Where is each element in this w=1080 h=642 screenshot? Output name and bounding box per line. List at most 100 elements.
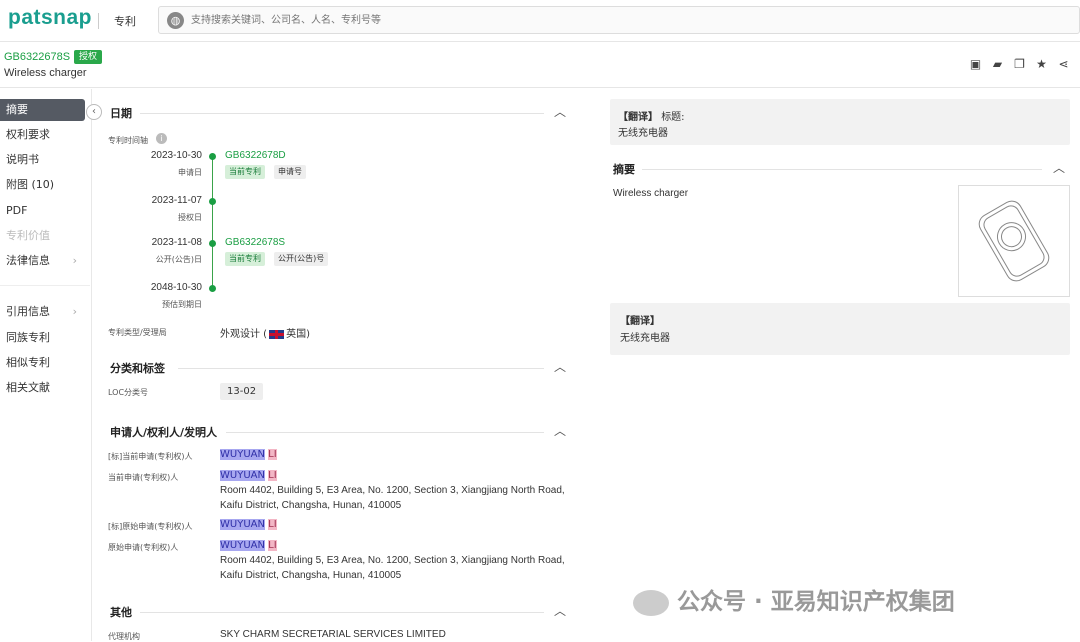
loc-label: LOC分类号 [108,388,149,397]
module-selector[interactable]: 专利 [114,13,136,29]
event-label: 授权日 [178,213,202,222]
name-part: WUYUAN [220,519,265,530]
patent-type-label: 专利类型/受理局 [108,328,167,337]
drawing-thumbnail[interactable] [958,185,1070,297]
timeline-line [212,156,213,288]
main-panel: 日期 ︿ 专利时间轴 i 2023-10-30 申请日 GB6322678D 当… [92,89,592,641]
watermark: 公众号 · 亚易知识产权集团 [633,582,955,616]
folder-icon[interactable]: ▰ [991,58,1004,71]
address-line: Kaifu District, Changsha, Hunan, 410005 [220,570,402,581]
tag-current: 当前专利 [225,165,265,179]
applicant-name[interactable]: WUYUAN LI [220,449,277,460]
top-bar: patsnap 专利 ◍ [0,0,1080,42]
copy-icon[interactable]: ❐ [1013,58,1026,71]
globe-icon[interactable]: ◍ [167,12,184,29]
section-title-classification: 分类和标签 [110,362,165,375]
event-label: 申请日 [178,168,202,177]
tag-current: 当前专利 [225,252,265,266]
chevron-up-icon[interactable]: ︿ [554,358,566,375]
tag-app-number: 申请号 [274,165,306,179]
charger-drawing [978,200,1050,282]
event-date: 2048-10-30 [150,282,202,293]
publication-number-link[interactable]: GB6322678S [225,237,285,248]
translate-tag[interactable]: 【翻译】 [620,312,660,327]
applicant-name[interactable]: WUYUAN LI [220,519,277,530]
divider [140,113,544,114]
sidebar-item-claims[interactable]: 权利要求 [0,124,85,146]
timeline-dot [209,198,216,205]
sidebar-item-description[interactable]: 说明书 [0,149,85,171]
address-line: Kaifu District, Changsha, Hunan, 410005 [220,500,402,511]
sidebar-item-label: 引用信息 [6,305,50,318]
sidebar-item-pdf[interactable]: PDF [0,200,85,222]
divider [0,285,90,286]
name-part: LI [268,540,277,551]
office-text: 英国) [286,329,310,340]
address-line: Room 4402, Building 5, E3 Area, No. 1200… [220,485,565,496]
note-icon[interactable]: ▣ [969,58,982,71]
name-part: LI [268,449,277,460]
section-title-abstract: 摘要 [613,163,635,176]
divider [98,13,99,29]
share-icon[interactable]: ⋖ [1057,58,1070,71]
sidebar-item-label: 法律信息 [6,254,50,267]
chevron-up-icon[interactable]: ︿ [554,103,566,120]
chevron-up-icon[interactable]: ︿ [1053,159,1065,176]
agent-value: SKY CHARM SECRETARIAL SERVICES LIMITED [220,629,446,640]
sidebar-item-abstract[interactable]: 摘要 [0,99,85,121]
search-input[interactable] [191,11,1051,30]
applicant-name[interactable]: WUYUAN LI [220,470,277,481]
sidebar-item-drawings[interactable]: 附图 (10) [0,174,85,196]
section-title-applicants: 申请人/权利人/发明人 [110,426,218,439]
sidebar-item-legal[interactable]: 法律信息 › [0,250,85,272]
patent-title: Wireless charger [4,67,87,79]
patent-header: GB6322678S 授权 Wireless charger ▣ ▰ ❐ ★ ⋖ [0,42,1080,88]
applicant-label: [标]当前申请(专利权)人 [108,452,193,461]
event-date: 2023-11-08 [151,237,202,248]
sidebar-item-related[interactable]: 相关文献 [0,377,85,399]
section-title-dates: 日期 [110,107,132,120]
name-part: WUYUAN [220,449,265,460]
patent-type-value: 外观设计 ( 英国) [220,325,310,340]
applicant-label: [标]原始申请(专利权)人 [108,522,193,531]
sidebar-item-family[interactable]: 同族专利 [0,327,85,349]
timeline-dot [209,153,216,160]
sidebar-item-label: 说明书 [6,153,39,166]
sidebar-item-citations[interactable]: 引用信息 › [0,301,85,323]
translation-title-row: 【翻译】 标题: [618,108,685,123]
applicant-label: 当前申请(专利权)人 [108,473,179,482]
application-number-link[interactable]: GB6322678D [225,150,286,161]
divider [178,368,544,369]
sidebar-item-label: 相似专利 [6,356,50,369]
agent-label: 代理机构 [108,632,140,641]
event-label: 预估到期日 [162,300,202,309]
title-cn: 无线充电器 [618,128,668,139]
wechat-icon [633,589,669,616]
sidebar-item-label: 相关文献 [6,381,50,394]
applicant-name[interactable]: WUYUAN LI [220,540,277,551]
status-badge: 授权 [74,50,103,64]
star-icon[interactable]: ★ [1035,58,1048,71]
chevron-right-icon: › [72,254,77,267]
search-box[interactable]: ◍ [158,6,1080,34]
name-part: LI [268,519,277,530]
abstract-cn: 无线充电器 [620,333,670,344]
translate-tag[interactable]: 【翻译】 [618,112,658,123]
chevron-up-icon[interactable]: ︿ [554,422,566,439]
applicant-address: Room 4402, Building 5, E3 Area, No. 1200… [220,553,570,583]
sidebar-item-value: 专利价值 [0,225,85,247]
info-icon[interactable]: i [156,133,167,144]
divider [140,612,544,613]
event-label: 公开(公告)日 [155,255,202,264]
sidebar-item-similar[interactable]: 相似专利 [0,352,85,374]
chevron-up-icon[interactable]: ︿ [554,602,566,619]
patent-number: GB6322678S [4,51,71,63]
patent-type-text: 外观设计 ( [220,329,268,340]
abstract-text: Wireless charger [613,188,689,199]
event-date: 2023-10-30 [150,150,202,161]
sidebar: 摘要 权利要求 说明书 附图 (10) PDF 专利价值 法律信息 › 引用信息 ›… [0,89,92,641]
uk-flag-icon [269,329,285,339]
logo[interactable]: patsnap [8,6,92,30]
tag-pub-number: 公开(公告)号 [274,252,329,266]
applicant-label: 原始申请(专利权)人 [108,543,179,552]
